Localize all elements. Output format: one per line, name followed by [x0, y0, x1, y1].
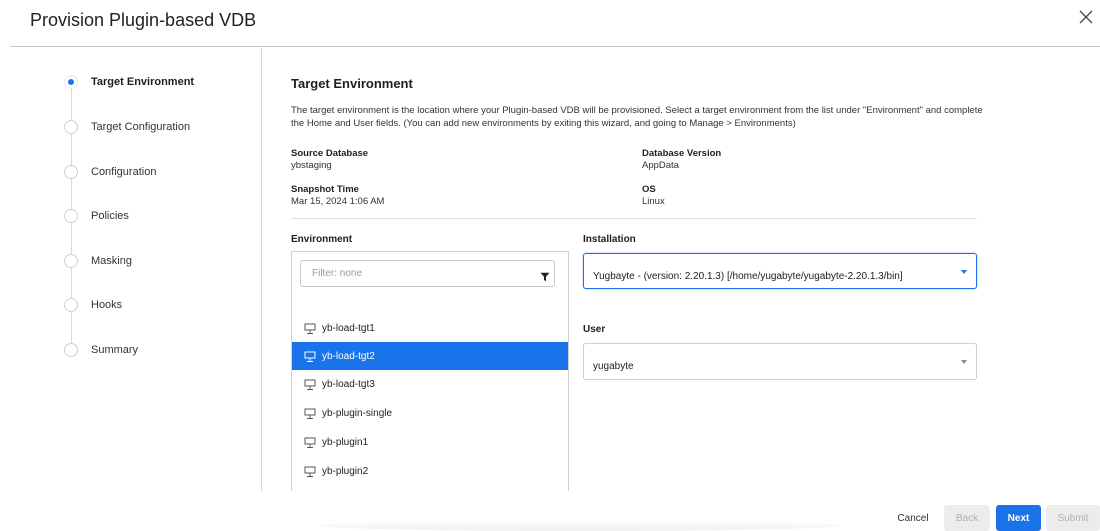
environment-name: yb-load-tgt2	[322, 350, 375, 362]
environment-item-yb-plugin-single[interactable]: yb-plugin-single	[292, 399, 568, 427]
source-database-info: Source Database ybstaging	[291, 148, 368, 172]
environment-name: yb-plugin1	[322, 436, 369, 448]
step-summary[interactable]: Summary	[60, 340, 250, 360]
snapshot-time-label: Snapshot Time	[291, 184, 359, 195]
step-target-environment[interactable]: Target Environment	[60, 72, 250, 92]
dialog-title: Provision Plugin-based VDB	[30, 10, 257, 30]
step-indicator-icon	[64, 254, 78, 268]
step-target-configuration[interactable]: Target Configuration	[60, 117, 250, 137]
database-version-value: AppData	[642, 160, 679, 171]
section-heading: Target Environment	[291, 76, 413, 91]
environment-item-yb-load-tgt2[interactable]: yb-load-tgt2	[292, 342, 568, 370]
close-icon[interactable]	[1079, 10, 1099, 30]
back-button[interactable]: Back	[944, 505, 990, 531]
os-value: Linux	[642, 196, 665, 207]
step-indicator-icon	[64, 209, 78, 223]
step-masking[interactable]: Masking	[60, 251, 250, 271]
monitor-icon	[304, 436, 316, 448]
environment-name: yb-load-tgt1	[322, 322, 375, 334]
step-label: Masking	[91, 255, 132, 267]
environment-list: yb-load-tgt1 yb-load-tgt2 yb-load-tgt3 y…	[291, 251, 569, 491]
monitor-icon	[304, 378, 316, 390]
environment-name: yb-plugin-single	[322, 407, 393, 419]
environment-item-yb-load-tgt1[interactable]: yb-load-tgt1	[292, 314, 568, 342]
step-hooks[interactable]: Hooks	[60, 295, 250, 315]
environment-item-yb-plugin2[interactable]: yb-plugin2	[292, 457, 568, 485]
installation-select[interactable]: Yugbayte - (version: 2.20.1.3) [/home/yu…	[583, 253, 977, 289]
step-label: Hooks	[91, 299, 123, 311]
snapshot-time-info: Snapshot Time Mar 15, 2024 1:06 AM	[291, 184, 384, 208]
os-info: OS Linux	[642, 184, 665, 208]
caret-down-icon	[961, 270, 967, 274]
os-label: OS	[642, 184, 656, 195]
step-indicator-icon	[64, 165, 78, 179]
step-policies[interactable]: Policies	[60, 206, 250, 226]
environment-filter-input[interactable]	[301, 261, 531, 286]
header-divider	[10, 46, 1100, 47]
environment-item-yb-plugin1[interactable]: yb-plugin1	[292, 428, 568, 456]
filter-icon[interactable]	[540, 269, 550, 282]
monitor-icon	[304, 407, 316, 419]
step-label: Target Environment	[91, 76, 195, 88]
environment-name: yb-plugin2	[322, 465, 369, 477]
snapshot-time-value: Mar 15, 2024 1:06 AM	[291, 196, 385, 207]
step-label: Policies	[91, 210, 129, 222]
environment-filter	[300, 260, 555, 287]
next-button[interactable]: Next	[996, 505, 1041, 531]
installation-value: Yugbayte - (version: 2.20.1.3) [/home/yu…	[593, 271, 903, 282]
step-indicator-icon	[64, 298, 78, 312]
user-label: User	[583, 324, 606, 335]
monitor-icon	[304, 322, 316, 334]
step-indicator-icon	[64, 343, 78, 357]
database-version-label: Database Version	[642, 148, 722, 159]
cancel-button[interactable]: Cancel	[887, 505, 939, 531]
installation-label: Installation	[583, 234, 636, 245]
user-select[interactable]: yugabyte	[583, 343, 977, 380]
monitor-icon	[304, 350, 316, 362]
caret-down-icon	[961, 360, 967, 364]
step-active-indicator-icon	[64, 75, 78, 89]
step-label: Configuration	[91, 166, 157, 178]
step-indicator-icon	[64, 120, 78, 134]
footer-shadow	[320, 520, 840, 531]
info-divider	[291, 218, 977, 219]
environment-item-yb-load-tgt3[interactable]: yb-load-tgt3	[292, 370, 568, 398]
submit-button[interactable]: Submit	[1046, 505, 1100, 531]
step-configuration[interactable]: Configuration	[60, 162, 250, 182]
environment-label: Environment	[291, 234, 353, 245]
step-label: Target Configuration	[91, 121, 191, 133]
user-value: yugabyte	[593, 361, 634, 372]
section-description: The target environment is the location w…	[291, 105, 983, 129]
sidebar-divider	[261, 48, 262, 491]
source-database-value: ybstaging	[291, 160, 332, 171]
step-label: Summary	[91, 344, 139, 356]
monitor-icon	[304, 465, 316, 477]
database-version-info: Database Version AppData	[642, 148, 721, 172]
source-database-label: Source Database	[291, 148, 369, 159]
environment-name: yb-load-tgt3	[322, 378, 375, 390]
